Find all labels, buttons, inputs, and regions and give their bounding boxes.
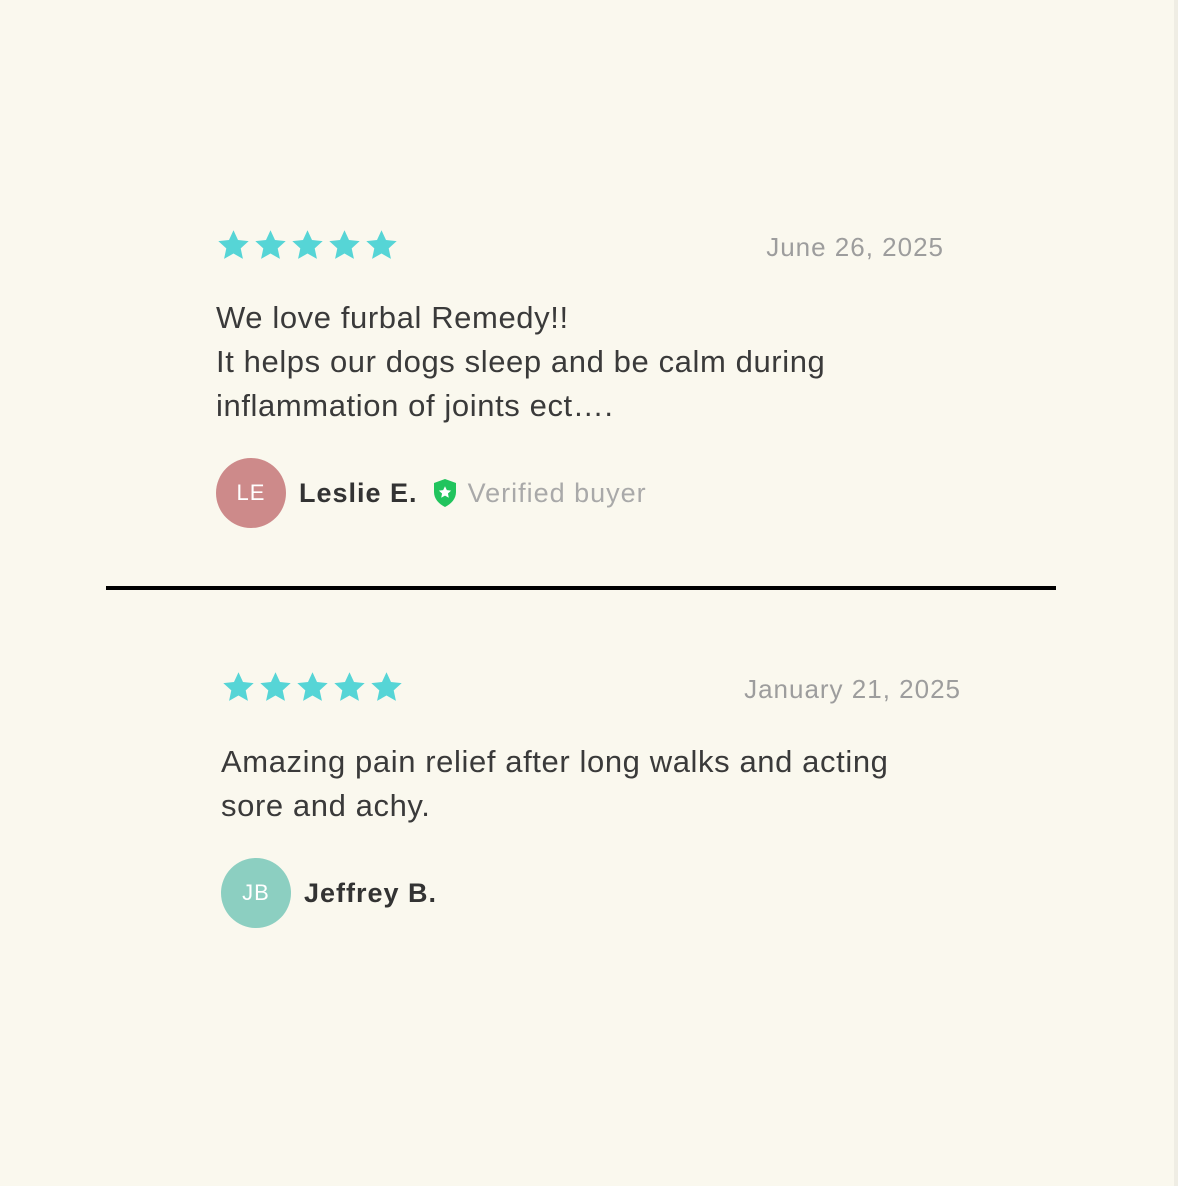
star-icon: [332, 670, 367, 705]
review-author: JB Jeffrey B.: [221, 858, 961, 928]
star-icon: [327, 228, 362, 263]
star-icon: [364, 228, 399, 263]
review-date: June 26, 2025: [766, 232, 944, 262]
star-icon: [221, 670, 256, 705]
review-divider: [106, 586, 1056, 590]
star-icon: [290, 228, 325, 263]
star-rating: [216, 228, 399, 263]
star-icon: [258, 670, 293, 705]
author-name: Leslie E.: [299, 477, 418, 508]
review-header: January 21, 2025: [221, 670, 961, 710]
star-icon: [369, 670, 404, 705]
review-body-line: inflammation of joints ect….: [216, 388, 614, 423]
page-edge: [1174, 0, 1178, 1186]
avatar: JB: [221, 858, 291, 928]
star-rating: [221, 670, 404, 705]
reviews-page: { "colors": { "background": "#faf8ee", "…: [0, 0, 1178, 1186]
review-card: January 21, 2025 Amazing pain relief aft…: [221, 670, 961, 928]
shield-star-icon: [432, 478, 458, 508]
review-body: Amazing pain relief after long walks and…: [221, 740, 961, 828]
avatar: LE: [216, 458, 286, 528]
review-body-line: We love furbal Remedy!!: [216, 300, 569, 335]
star-icon: [295, 670, 330, 705]
review-date: January 21, 2025: [744, 674, 961, 704]
verified-buyer-label: Verified buyer: [467, 477, 647, 508]
review-author: LE Leslie E. Verified buyer: [216, 458, 956, 528]
review-body-line: It helps our dogs sleep and be calm duri…: [216, 344, 826, 379]
review-card: June 26, 2025 We love furbal Remedy!! It…: [216, 228, 956, 528]
author-name: Jeffrey B.: [304, 877, 438, 908]
review-body: We love furbal Remedy!! It helps our dog…: [216, 296, 956, 428]
review-body-line: Amazing pain relief after long walks and…: [221, 744, 889, 779]
star-icon: [253, 228, 288, 263]
review-body-line: sore and achy.: [221, 788, 431, 823]
star-icon: [216, 228, 251, 263]
review-header: June 26, 2025: [216, 228, 956, 268]
